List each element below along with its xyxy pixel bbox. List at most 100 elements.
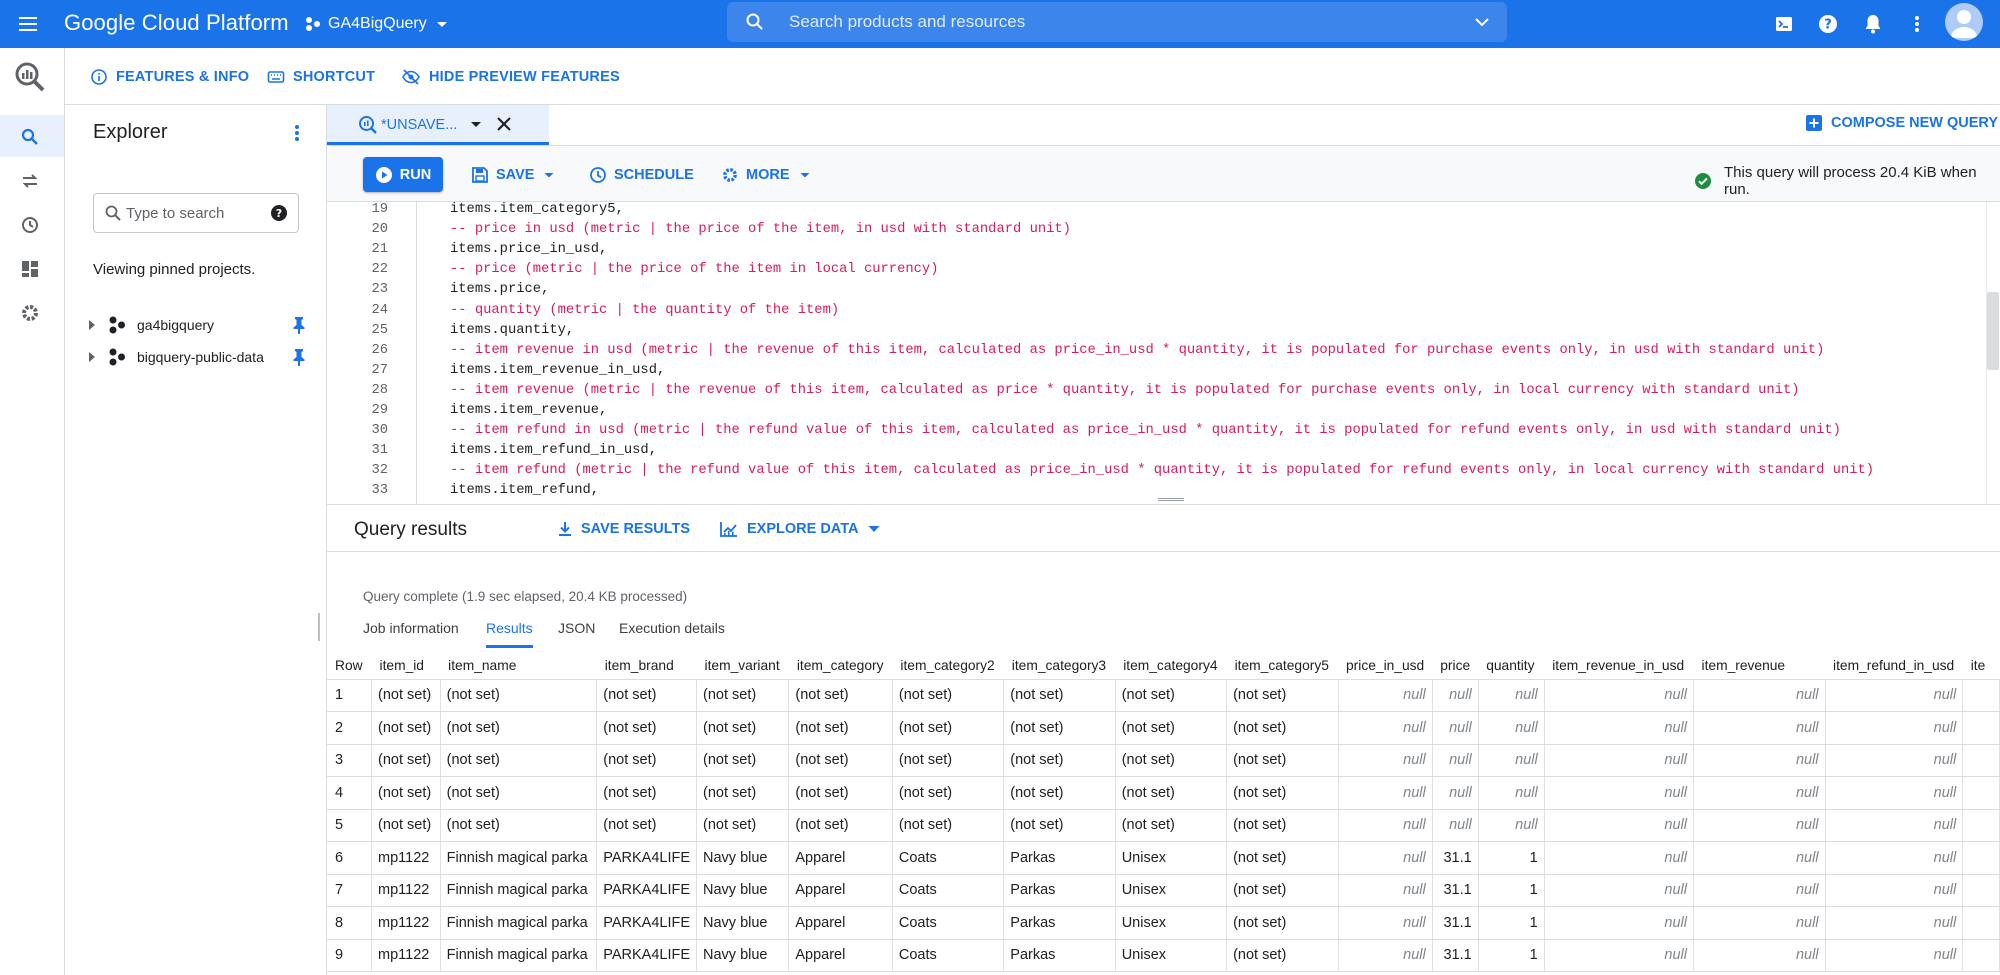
code-line[interactable]: 27 items.item_revenue_in_usd, — [327, 361, 2000, 381]
search-input[interactable] — [789, 2, 1429, 42]
table-row[interactable]: 8 mp1122 Finnish magical parka PARKA4LIFE Na… — [327, 906, 2000, 940]
avatar[interactable] — [1945, 3, 1983, 41]
code-line[interactable]: 24 -- quantity (metric | the quantity of … — [327, 301, 2000, 321]
table-row[interactable]: 3 (not set) (not set) (not set) (not set) (no… — [327, 744, 2000, 777]
code-line[interactable]: 32 -- item refund (metric | the refund va… — [327, 461, 2000, 481]
expand-arrow-icon[interactable] — [85, 350, 101, 364]
chevron-down-icon[interactable] — [1471, 11, 1493, 33]
shortcut-button[interactable]: SHORTCUT — [267, 66, 375, 88]
code-line[interactable]: 21 items.price_in_usd, — [327, 240, 2000, 260]
editor-scrollbar[interactable] — [1987, 292, 1999, 370]
column-header[interactable]: item_category4 — [1115, 652, 1227, 680]
column-header[interactable]: item_category — [788, 652, 893, 680]
column-header[interactable]: item_name — [440, 652, 597, 680]
column-header[interactable]: item_category2 — [892, 652, 1004, 680]
table-cell — [1962, 711, 2000, 745]
table-cell: 31.1 — [1432, 874, 1479, 907]
chevron-down-icon[interactable] — [467, 115, 485, 133]
menu-icon[interactable] — [16, 12, 40, 36]
code-line[interactable]: 30 -- item refund in usd (metric | the re… — [327, 421, 2000, 441]
expand-arrow-icon[interactable] — [85, 318, 101, 332]
more-vert-icon[interactable] — [285, 121, 309, 145]
code-line[interactable]: 31 items.item_refund_in_usd, — [327, 441, 2000, 461]
table-cell: (not set) — [371, 679, 441, 712]
column-header[interactable]: price — [1432, 652, 1479, 680]
table-row[interactable]: 7 mp1122 Finnish magical parka PARKA4LIFE Na… — [327, 874, 2000, 907]
pin-icon[interactable] — [290, 347, 308, 367]
compose-new-query-button[interactable]: COMPOSE NEW QUERY — [1805, 114, 1998, 132]
code-line[interactable]: 22 -- price (metric | the price of the it… — [327, 260, 2000, 280]
project-selector[interactable]: GA4BigQuery — [304, 12, 451, 36]
more-vert-icon[interactable] — [1905, 12, 1929, 36]
table-cell: (not set) — [371, 809, 441, 842]
run-button[interactable]: RUN — [363, 157, 443, 192]
column-header[interactable]: item_category5 — [1226, 652, 1338, 680]
dashboard-icon[interactable] — [18, 257, 42, 281]
code-line[interactable]: 26 -- item revenue in usd (metric | the r… — [327, 341, 2000, 361]
panel-resize-handle[interactable] — [318, 613, 322, 641]
tab-json[interactable]: JSON — [558, 620, 595, 648]
save-button[interactable]: SAVE — [471, 164, 557, 186]
column-header[interactable]: item_id — [371, 652, 441, 680]
search-icon — [745, 12, 765, 32]
pinned-projects-text: Viewing pinned projects. — [93, 261, 256, 278]
cloud-shell-icon[interactable] — [1772, 12, 1796, 36]
transfers-icon[interactable] — [18, 169, 42, 193]
column-header[interactable]: price_in_usd — [1338, 652, 1433, 680]
tab-label: *UNSAVE... — [381, 117, 458, 133]
table-row[interactable]: 6 mp1122 Finnish magical parka PARKA4LIFE Na… — [327, 841, 2000, 875]
column-header[interactable]: item_refund_in_usd — [1825, 652, 1963, 680]
project-label: ga4bigquery — [137, 317, 215, 333]
brand-title[interactable]: Google Cloud Platform — [64, 10, 289, 36]
code-line[interactable]: 28 -- item revenue (metric | the revenue … — [327, 381, 2000, 401]
code-line[interactable]: 25 items.quantity, — [327, 321, 2000, 341]
tree-item-project[interactable]: bigquery-public-data — [85, 343, 325, 371]
table-row[interactable]: 5 (not set) (not set) (not set) (not set) (no… — [327, 809, 2000, 842]
column-header[interactable]: item_revenue — [1693, 652, 1826, 680]
code-line[interactable]: 23 items.price, — [327, 280, 2000, 300]
schedule-button[interactable]: SCHEDULE — [589, 164, 694, 186]
table-cell: (not set) — [1115, 744, 1228, 777]
bigquery-logo-icon — [13, 60, 47, 94]
column-header[interactable]: item_category3 — [1003, 652, 1116, 680]
table-cell: Finnish magical parka — [440, 939, 598, 972]
column-header[interactable]: ite — [1962, 652, 2000, 680]
table-row[interactable]: 2 (not set) (not set) (not set) (not set) (no… — [327, 711, 2000, 745]
explore-data-button[interactable]: EXPLORE DATA — [719, 520, 882, 538]
code-line[interactable]: 29 items.item_revenue, — [327, 401, 2000, 421]
table-row[interactable]: 1 (not set) (not set) (not set) (not set) (no… — [327, 679, 2000, 712]
help-icon[interactable]: ? — [270, 204, 288, 222]
run-label: RUN — [399, 166, 432, 183]
hide-preview-features-button[interactable]: HIDE PREVIEW FEATURES — [401, 66, 620, 88]
features-info-button[interactable]: FEATURES & INFO — [90, 66, 249, 88]
code-editor[interactable]: 19 items.item_category5, 20 -- price in usd… — [327, 202, 2000, 504]
column-header[interactable]: item_revenue_in_usd — [1544, 652, 1694, 680]
save-results-button[interactable]: SAVE RESULTS — [557, 520, 690, 538]
pin-icon[interactable] — [290, 315, 308, 335]
explorer-search-input[interactable] — [126, 194, 266, 232]
code-line[interactable]: 20 -- price in usd (metric | the price of… — [327, 220, 2000, 240]
column-header[interactable]: item_variant — [696, 652, 789, 680]
settings-icon[interactable] — [18, 301, 42, 325]
close-icon[interactable] — [493, 113, 515, 135]
tab-job-information[interactable]: Job information — [363, 620, 459, 648]
tab-results[interactable]: Results — [486, 620, 533, 648]
table-row[interactable]: 9 mp1122 Finnish magical parka PARKA4LIFE Na… — [327, 939, 2000, 972]
tab-unsaved-query[interactable]: *UNSAVE... — [327, 105, 549, 145]
editor-resize-handle[interactable] — [1158, 498, 1184, 501]
notifications-icon[interactable] — [1861, 12, 1885, 36]
table-row[interactable]: 4 (not set) (not set) (not set) (not set) (no… — [327, 776, 2000, 810]
more-button[interactable]: MORE — [721, 164, 813, 186]
history-icon[interactable] — [18, 213, 42, 237]
column-header[interactable]: quantity — [1478, 652, 1545, 680]
table-cell: (not set) — [892, 809, 1005, 842]
tab-execution-details[interactable]: Execution details — [619, 620, 725, 648]
help-icon[interactable]: ? — [1816, 12, 1840, 36]
column-header[interactable]: Row — [327, 652, 372, 680]
top-search[interactable] — [727, 2, 1507, 42]
explorer-search[interactable]: ? — [93, 193, 299, 233]
tree-item-project[interactable]: ga4bigquery — [85, 311, 325, 339]
search-icon[interactable] — [18, 125, 42, 149]
column-header[interactable]: item_brand — [596, 652, 697, 680]
code-line[interactable]: 19 items.item_category5, — [327, 202, 2000, 220]
